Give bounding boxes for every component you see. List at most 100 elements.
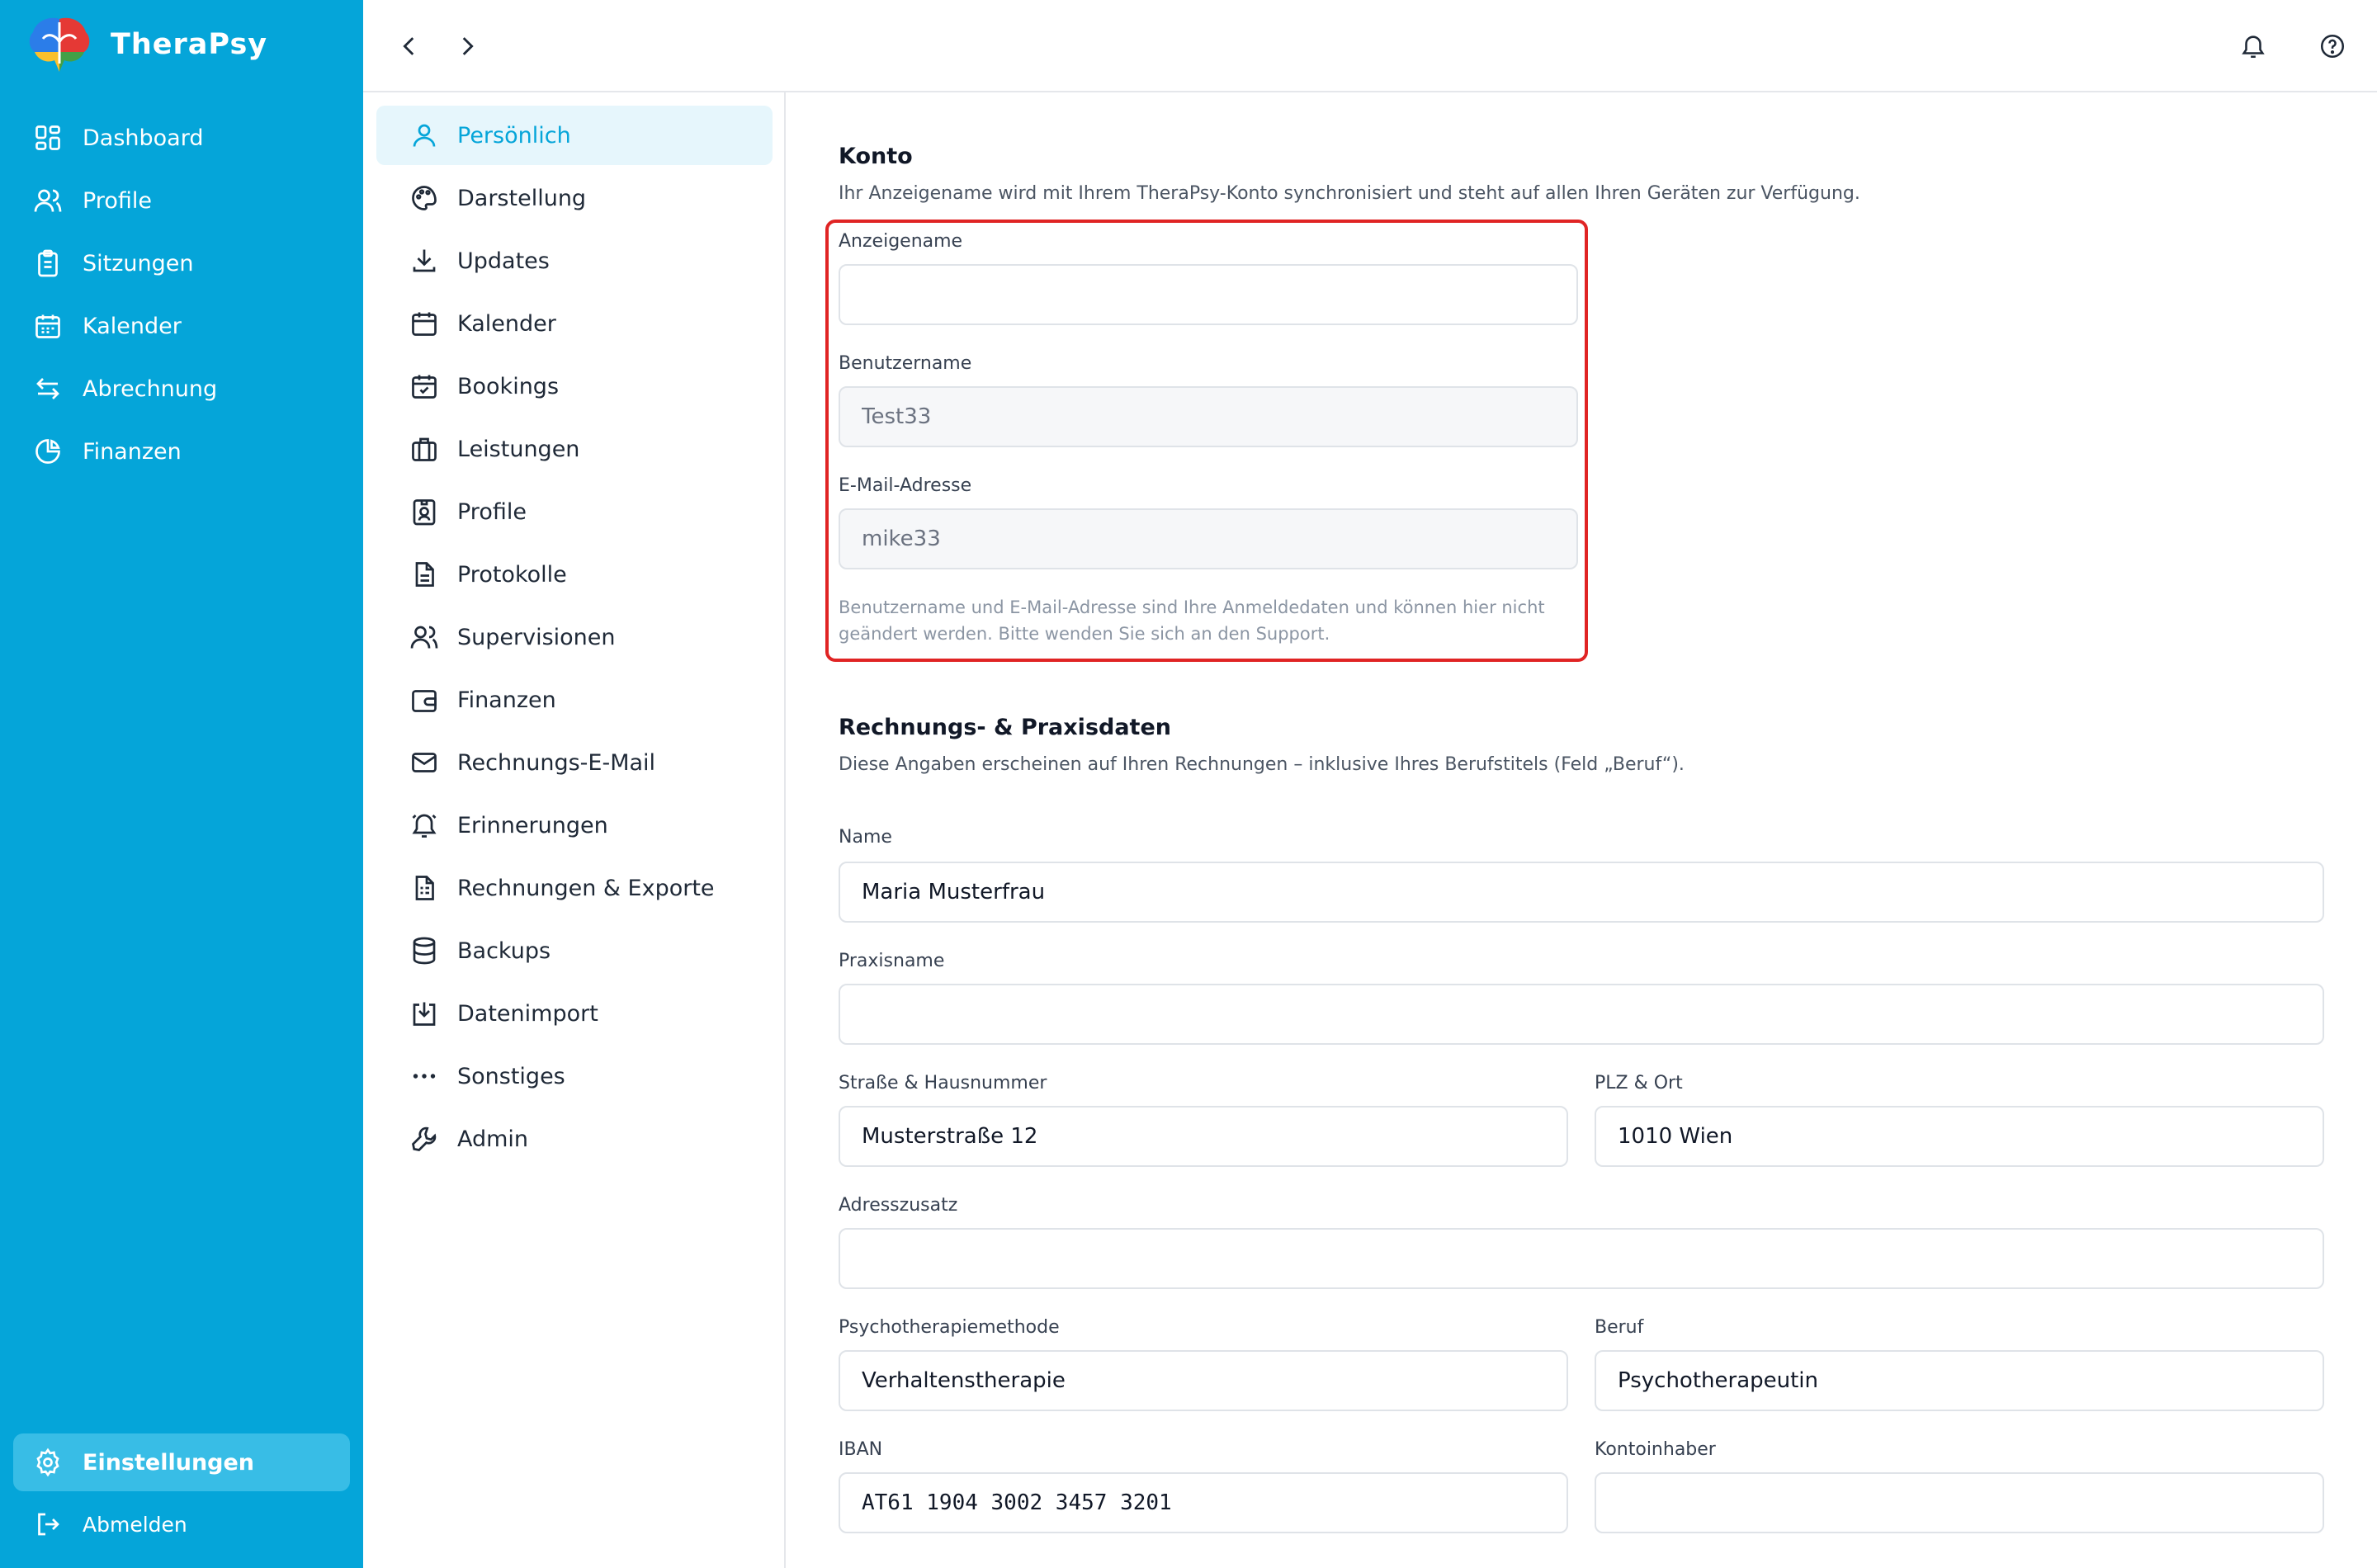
calendar-icon: [412, 312, 437, 336]
email-input[interactable]: [839, 508, 1578, 569]
username-label: Benutzername: [839, 353, 972, 374]
database-icon: [413, 937, 436, 965]
settings-item-darstellung[interactable]: Darstellung: [376, 168, 773, 228]
users-icon: [34, 189, 62, 212]
account-holder-label: Kontoinhaber: [1595, 1439, 1716, 1460]
help-button[interactable]: [2314, 28, 2351, 64]
settings-item-admin[interactable]: Admin: [376, 1109, 773, 1169]
nav-item-kalender[interactable]: Kalender: [13, 297, 350, 355]
konto-description: Ihr Anzeigename wird mit Ihrem TheraPsy-…: [839, 183, 1860, 204]
settings-item-label: Kalender: [457, 310, 556, 337]
calendar-icon: [35, 314, 60, 338]
pie-chart-icon: [35, 439, 60, 464]
brand[interactable]: TheraPsy: [25, 15, 267, 74]
chevron-left-icon: [403, 37, 414, 55]
settings-item-label: Rechnungs-E-Mail: [457, 749, 656, 776]
name-input[interactable]: [839, 862, 2324, 923]
settings-item-label: Datenimport: [457, 1000, 598, 1027]
iban-label: IBAN: [839, 1439, 883, 1460]
settings-item-label: Admin: [457, 1126, 529, 1152]
wallet-icon: [412, 690, 437, 712]
settings-item-rechnungen-exporte[interactable]: Rechnungen & Exporte: [376, 858, 773, 918]
display-name-input[interactable]: [839, 264, 1578, 325]
nav-item-dashboard[interactable]: Dashboard: [13, 109, 350, 167]
settings-item-label: Protokolle: [457, 561, 567, 588]
logout-button[interactable]: Abmelden: [13, 1495, 350, 1553]
nav-label: Kalender: [83, 313, 182, 339]
billing-title: Rechnungs- & Praxisdaten: [839, 715, 1171, 740]
more-icon: [413, 1074, 436, 1079]
top-bar: [363, 0, 2377, 92]
method-label: Psychotherapiemethode: [839, 1317, 1060, 1338]
settings-item-updates[interactable]: Updates: [376, 231, 773, 290]
download-icon: [413, 249, 436, 272]
bell-icon: [2242, 35, 2265, 59]
settings-item-supervisionen[interactable]: Supervisionen: [376, 607, 773, 667]
nav-item-finanzen[interactable]: Finanzen: [13, 423, 350, 480]
nav-label: Einstellungen: [83, 1449, 255, 1476]
settings-item-erinnerungen[interactable]: Erinnerungen: [376, 796, 773, 855]
iban-input[interactable]: [839, 1472, 1568, 1533]
practice-name-input[interactable]: [839, 984, 2324, 1045]
nav-item-einstellungen[interactable]: Einstellungen: [13, 1433, 350, 1491]
display-name-label: Anzeigename: [839, 231, 963, 252]
mail-icon: [412, 753, 437, 772]
dashboard-icon: [35, 125, 60, 150]
users-icon: [410, 626, 438, 649]
city-input[interactable]: [1595, 1106, 2324, 1167]
settings-item-label: Rechnungen & Exporte: [457, 875, 715, 901]
settings-item-protokolle[interactable]: Protokolle: [376, 545, 773, 604]
help-icon: [2320, 34, 2345, 59]
import-icon: [413, 1002, 436, 1026]
settings-item-label: Updates: [457, 248, 550, 274]
settings-item-finanzen[interactable]: Finanzen: [376, 670, 773, 730]
wrench-icon: [412, 1126, 437, 1151]
settings-item-sonstiges[interactable]: Sonstiges: [376, 1046, 773, 1106]
settings-item-leistungen[interactable]: Leistungen: [376, 419, 773, 479]
logout-icon: [38, 1513, 59, 1536]
settings-item-label: Persönlich: [457, 122, 571, 149]
settings-content: Konto Ihr Anzeigename wird mit Ihrem The…: [787, 92, 2377, 1568]
username-input[interactable]: [839, 386, 1578, 447]
nav-label: Dashboard: [83, 125, 204, 151]
invoice-icon: [415, 876, 434, 900]
arrows-swap-icon: [36, 378, 59, 399]
forward-button[interactable]: [449, 28, 485, 64]
clipboard-icon: [38, 249, 58, 277]
nav-item-profile[interactable]: Profile: [13, 172, 350, 229]
brain-logo-icon: [29, 17, 90, 72]
profession-input[interactable]: [1595, 1350, 2324, 1411]
settings-item-kalender[interactable]: Kalender: [376, 294, 773, 353]
settings-item-datenimport[interactable]: Datenimport: [376, 984, 773, 1043]
back-button[interactable]: [391, 28, 428, 64]
settings-item-persoenlich[interactable]: Persönlich: [376, 106, 773, 165]
method-input[interactable]: [839, 1350, 1568, 1411]
settings-item-label: Supervisionen: [457, 624, 616, 650]
nav-label: Abmelden: [83, 1512, 187, 1537]
nav-item-abrechnung[interactable]: Abrechnung: [13, 360, 350, 418]
document-icon: [415, 562, 434, 587]
settings-item-label: Sonstiges: [457, 1063, 565, 1089]
nav-label: Profile: [83, 187, 152, 214]
brand-name: TheraPsy: [111, 28, 268, 61]
notifications-button[interactable]: [2235, 28, 2271, 64]
nav-label: Sitzungen: [83, 250, 194, 276]
billing-description: Diese Angaben erscheinen auf Ihren Rechn…: [839, 754, 1685, 775]
settings-menu: Persönlich Darstellung Updates Kalender …: [363, 92, 786, 1568]
account-holder-input[interactable]: [1595, 1472, 2324, 1533]
email-label: E-Mail-Adresse: [839, 475, 972, 496]
nav-label: Finanzen: [83, 438, 182, 465]
address-extra-label: Adresszusatz: [839, 1195, 958, 1216]
address-extra-input[interactable]: [839, 1228, 2324, 1289]
user-icon: [413, 124, 436, 147]
settings-item-label: Bookings: [457, 373, 560, 399]
street-input[interactable]: [839, 1106, 1568, 1167]
settings-item-bookings[interactable]: Bookings: [376, 357, 773, 416]
settings-item-rechnungs-email[interactable]: Rechnungs-E-Mail: [376, 733, 773, 792]
settings-item-label: Leistungen: [457, 436, 580, 462]
main-sidebar: TheraPsy Dashboard Profile Sitzungen Kal…: [0, 0, 363, 1568]
calendar-check-icon: [412, 375, 437, 399]
settings-item-backups[interactable]: Backups: [376, 921, 773, 980]
settings-item-profile[interactable]: Profile: [376, 482, 773, 541]
nav-item-sitzungen[interactable]: Sitzungen: [13, 234, 350, 292]
